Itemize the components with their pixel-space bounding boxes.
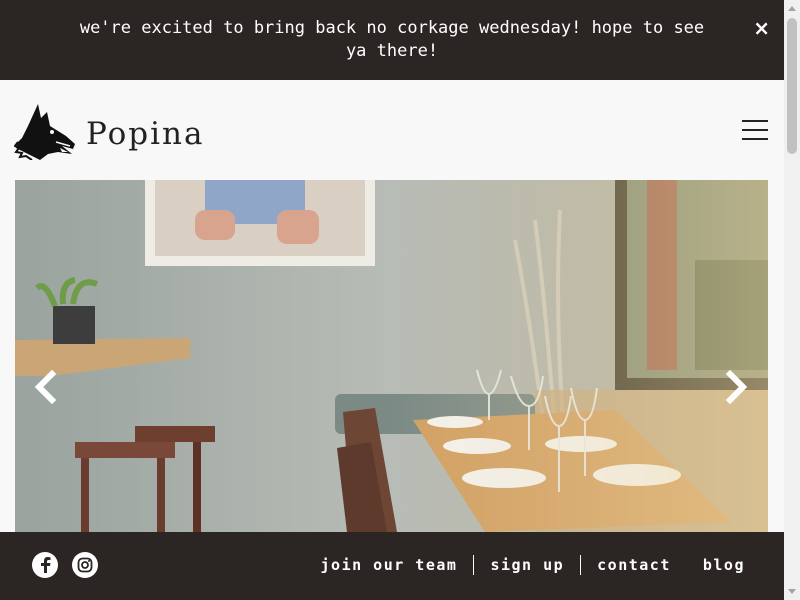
site-header: Popina <box>0 80 784 180</box>
restaurant-interior-photo <box>15 180 768 532</box>
scroll-down-icon[interactable] <box>788 589 796 594</box>
join-our-team-link[interactable]: join our team <box>305 556 474 574</box>
scrollbar[interactable] <box>784 0 800 600</box>
chevron-right-icon[interactable] <box>723 370 749 404</box>
logo-link[interactable]: Popina <box>13 102 205 165</box>
hamburger-menu-icon[interactable] <box>742 120 768 140</box>
sign-up-link[interactable]: sign up <box>474 556 580 574</box>
scroll-up-icon[interactable] <box>788 6 796 11</box>
scroll-thumb[interactable] <box>787 18 797 154</box>
fox-head-logo-icon <box>13 102 76 165</box>
footer-nav: join our team sign up contact blog <box>305 555 745 575</box>
hero-slideshow <box>15 180 768 532</box>
facebook-icon[interactable] <box>32 552 58 578</box>
instagram-icon[interactable] <box>72 552 98 578</box>
close-icon[interactable]: × <box>753 16 770 40</box>
chevron-left-icon[interactable] <box>33 370 59 404</box>
brand-name: Popina <box>86 115 205 152</box>
contact-link[interactable]: contact <box>581 556 687 574</box>
announcement-banner: we're excited to bring back no corkage w… <box>0 0 784 80</box>
blog-link[interactable]: blog <box>687 556 745 574</box>
site-footer: join our team sign up contact blog <box>0 532 784 600</box>
announcement-text: we're excited to bring back no corkage w… <box>79 18 705 61</box>
